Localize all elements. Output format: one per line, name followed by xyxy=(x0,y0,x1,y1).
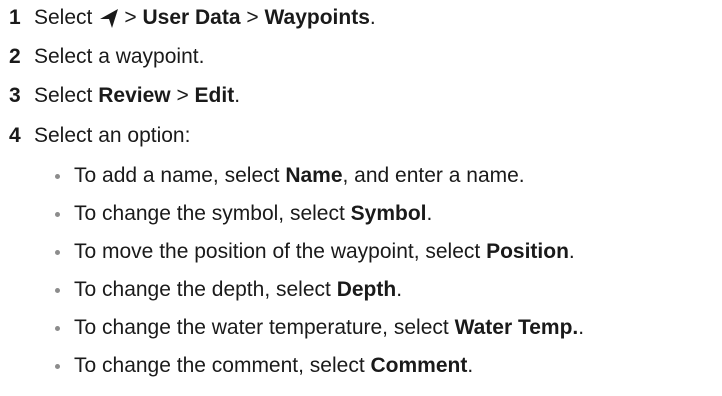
bullet xyxy=(55,249,60,255)
bullet xyxy=(55,363,60,369)
bullet xyxy=(55,211,60,217)
option-position-label: Position xyxy=(486,240,569,263)
step-prefix: Select xyxy=(34,6,93,29)
option-desc: To change the water temperature, select xyxy=(74,316,449,339)
period: . xyxy=(369,6,376,29)
option-text: To move the position of the waypoint, se… xyxy=(74,240,575,264)
step-text: Select a waypoint. xyxy=(34,45,205,68)
option-symbol-label: Symbol xyxy=(350,202,427,225)
step-prefix: Select xyxy=(34,84,93,107)
option-suffix: . xyxy=(467,354,474,377)
option-suffix: . xyxy=(578,316,585,339)
bullet xyxy=(55,287,60,293)
option-text: To add a name, select Name, and enter a … xyxy=(74,164,525,188)
step-text: Select Review > Edit. xyxy=(34,84,240,108)
menu-user-data: User Data xyxy=(142,6,241,29)
step-number: 4 xyxy=(9,124,21,147)
option-name: To add a name, select Name, and enter a … xyxy=(0,160,722,192)
option-comment: To change the comment, select Comment. xyxy=(0,350,722,382)
option-desc: To change the comment, select xyxy=(74,354,365,377)
bullet xyxy=(55,325,60,331)
option-water-temp-label: Water Temp. xyxy=(454,316,579,339)
step-text: Select > User Data > Waypoints. xyxy=(34,6,376,30)
option-depth: To change the depth, select Depth. xyxy=(0,274,722,306)
option-text: To change the water temperature, select … xyxy=(74,316,584,340)
separator: > xyxy=(246,6,259,29)
option-desc: To change the symbol, select xyxy=(74,202,345,225)
option-suffix: , and enter a name. xyxy=(342,164,525,187)
step-number: 1 xyxy=(9,6,21,29)
option-depth-label: Depth xyxy=(336,278,397,301)
menu-edit: Edit xyxy=(194,84,235,107)
option-suffix: . xyxy=(568,240,575,263)
option-text: To change the depth, select Depth. xyxy=(74,278,402,302)
separator: > xyxy=(176,84,189,107)
option-suffix: . xyxy=(426,202,433,225)
menu-review: Review xyxy=(98,84,171,107)
option-text: To change the comment, select Comment. xyxy=(74,354,473,378)
option-position: To move the position of the waypoint, se… xyxy=(0,236,722,268)
step-number: 3 xyxy=(9,84,21,107)
bullet xyxy=(55,173,60,179)
option-name-label: Name xyxy=(285,164,343,187)
option-water-temp: To change the water temperature, select … xyxy=(0,312,722,344)
option-comment-label: Comment xyxy=(370,354,468,377)
navigation-arrow-icon xyxy=(98,7,120,29)
period: . xyxy=(234,84,241,107)
option-symbol: To change the symbol, select Symbol. xyxy=(0,198,722,230)
step-number: 2 xyxy=(9,45,21,68)
step-text: Select an option: xyxy=(34,124,191,147)
instructions-document: 1 Select > User Data > Waypoints. 2 Sele… xyxy=(0,0,722,396)
separator: > xyxy=(124,6,137,29)
menu-waypoints: Waypoints xyxy=(264,6,370,29)
option-desc: To change the depth, select xyxy=(74,278,331,301)
option-desc: To move the position of the waypoint, se… xyxy=(74,240,481,263)
option-desc: To add a name, select xyxy=(74,164,280,187)
option-text: To change the symbol, select Symbol. xyxy=(74,202,432,226)
option-suffix: . xyxy=(396,278,403,301)
